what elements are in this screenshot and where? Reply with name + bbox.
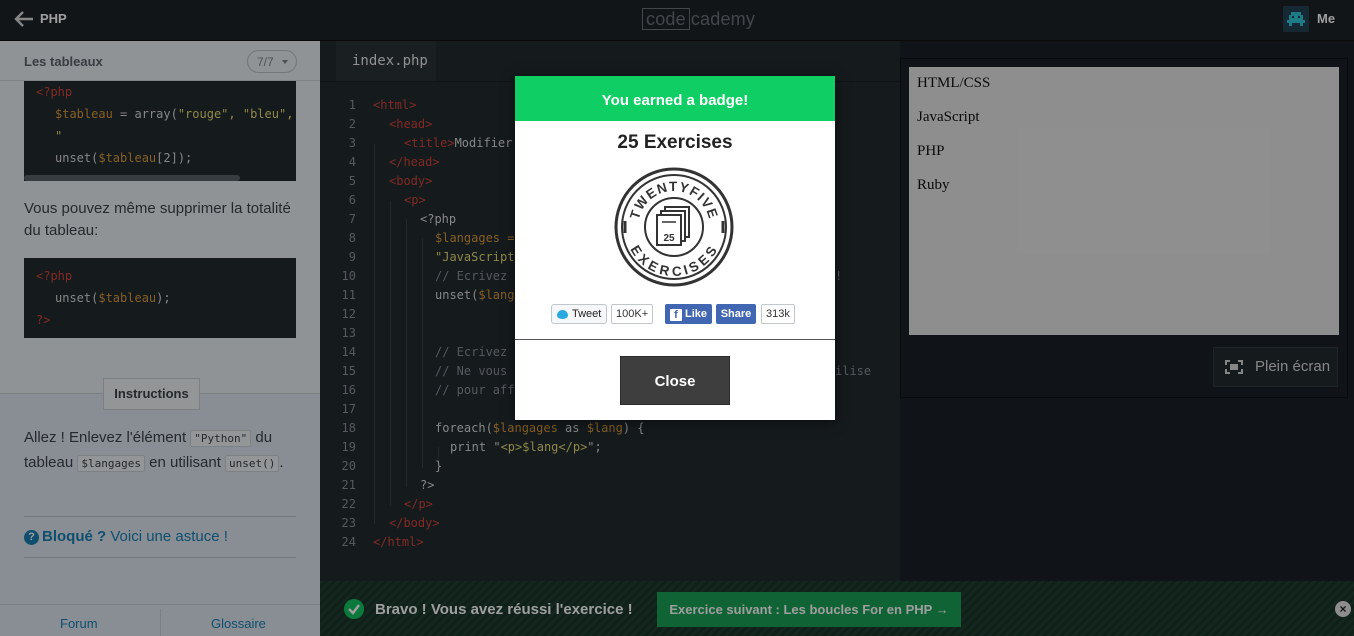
badge-modal: You earned a badge! 25 Exercises TWENTYF… [515,76,835,420]
share-count: 313k [761,304,795,324]
badge-number: 25 [663,233,675,244]
twitter-icon [557,310,568,319]
tweet-label: Tweet [572,308,602,320]
badge-title: 25 Exercises [617,132,733,153]
close-button[interactable]: Close [620,356,730,405]
facebook-like-button[interactable]: f Like [665,304,712,324]
like-label: Like [684,308,707,320]
social-share-row: Tweet 100K+ f Like Share 313k [515,304,835,324]
facebook-icon: f [669,309,682,321]
divider [515,339,835,340]
tweet-button[interactable]: Tweet [551,304,607,324]
facebook-share-button[interactable]: Share [716,304,756,324]
tweet-count: 100K+ [611,304,654,324]
modal-header: You earned a badge! [515,76,835,121]
badge-icon: TWENTYFIVE EXERCISES 25 [614,167,734,287]
